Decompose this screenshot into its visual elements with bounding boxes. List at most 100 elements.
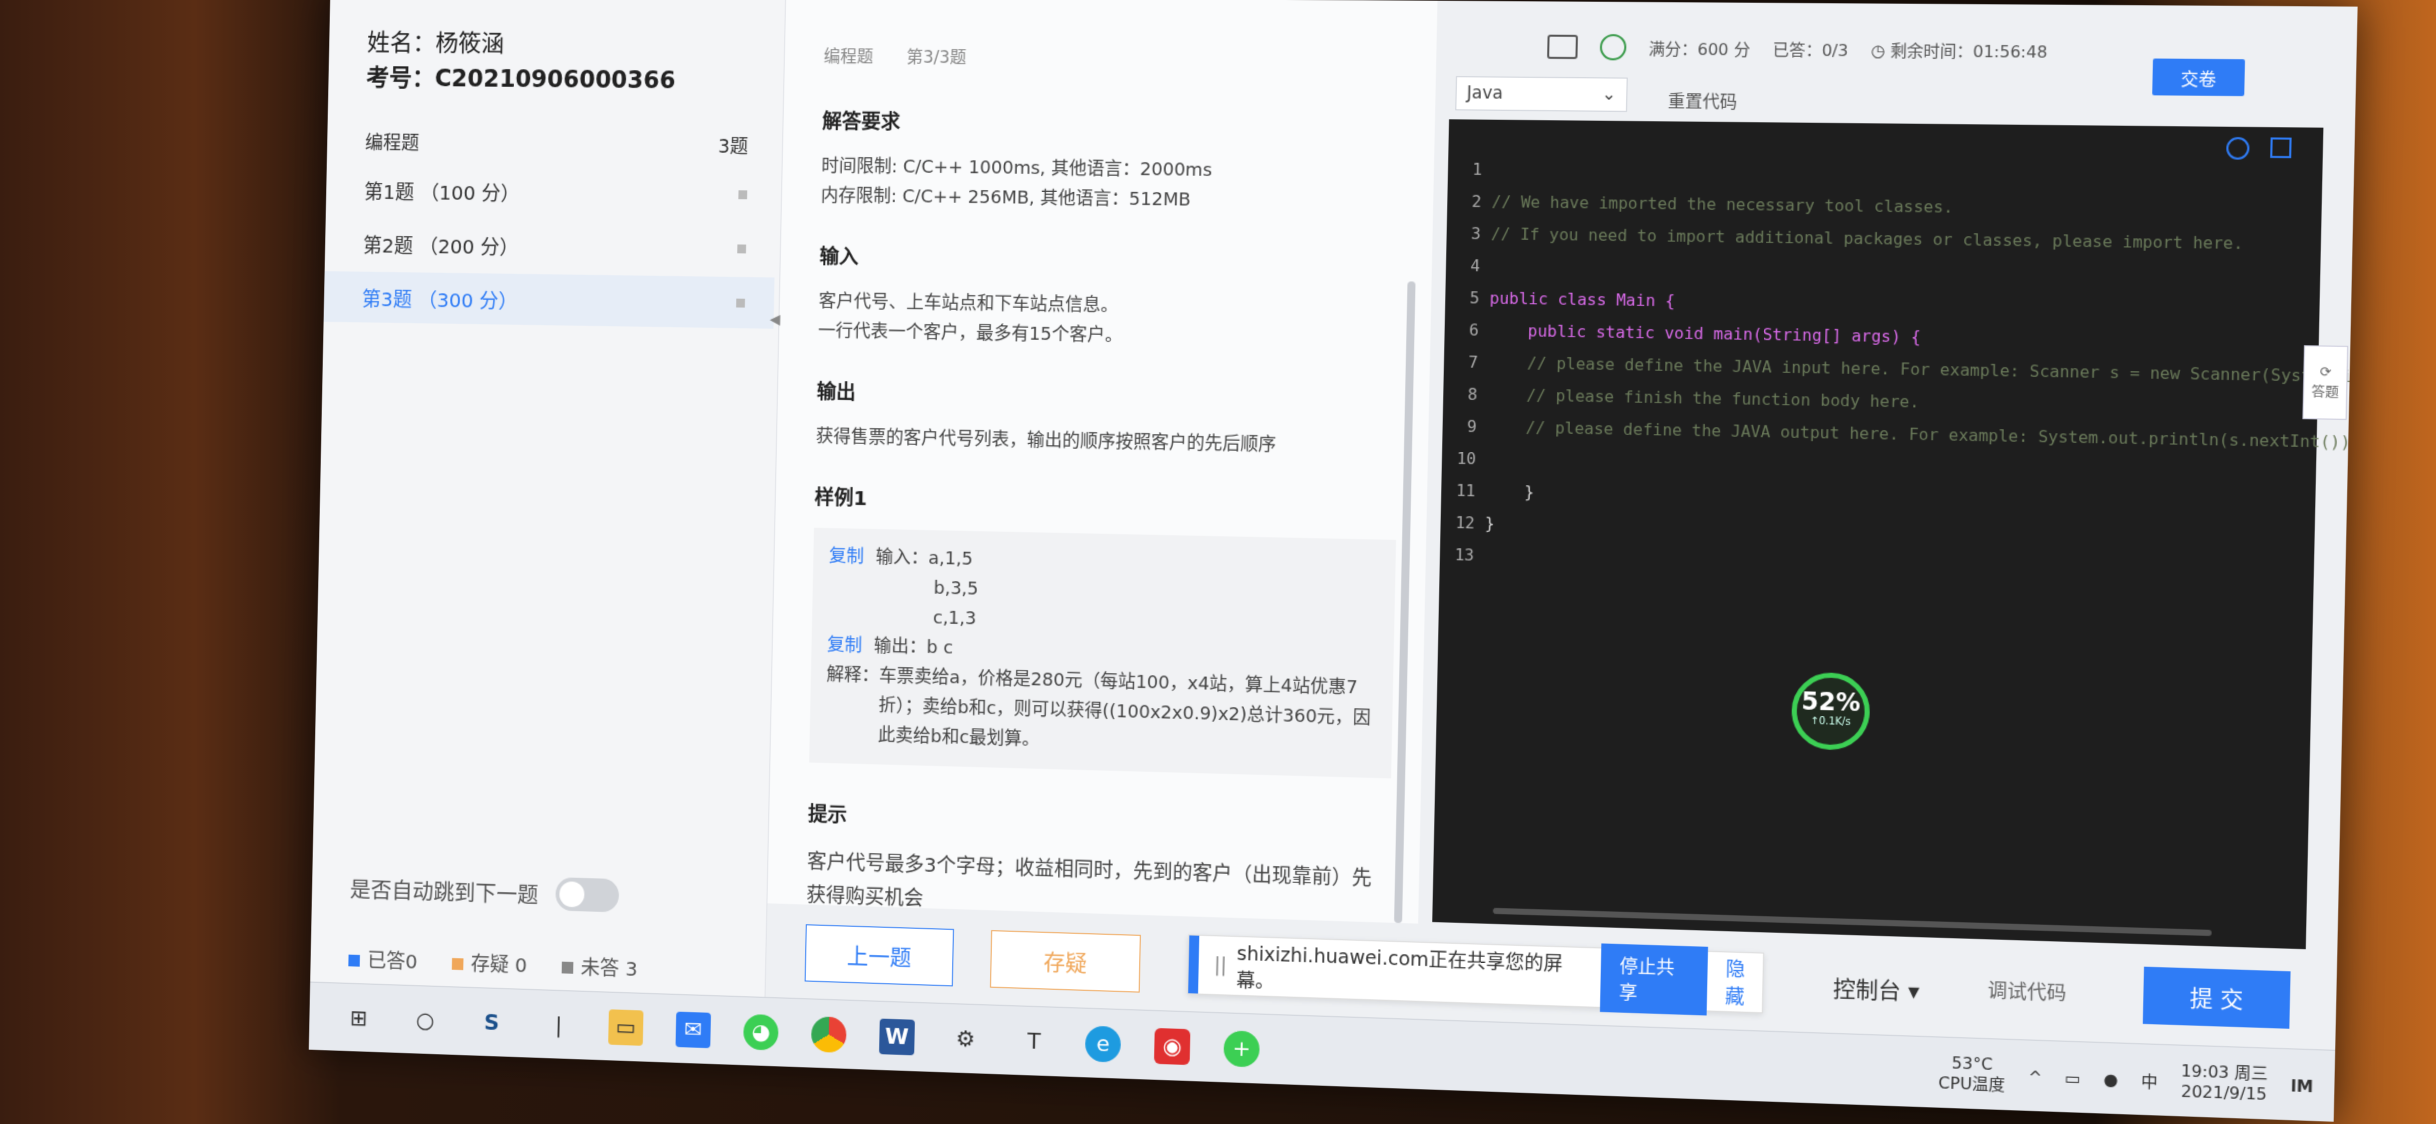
windows-start-icon[interactable]: ⊞ — [341, 1000, 376, 1036]
code-line[interactable]: // please define the JAVA output here. F… — [1487, 417, 2358, 452]
question-item-label: 第3题 （300 分） — [361, 286, 518, 313]
breadcrumb-type: 编程题 — [823, 47, 874, 68]
submit-button[interactable]: 提 交 — [2142, 966, 2291, 1029]
meter-speed: ↑0.1K/s — [1810, 715, 1851, 729]
bulb-icon[interactable] — [1599, 34, 1627, 61]
pause-icon: || — [1213, 954, 1228, 977]
copy-input-button[interactable]: 复制 — [829, 546, 864, 567]
question-item-3[interactable]: 第3题 （300 分） — [323, 271, 775, 329]
share-bar-grip[interactable] — [1188, 935, 1199, 994]
cpu-temp-label: CPU温度 — [1938, 1073, 2006, 1095]
answer-legend: 已答0 存疑 0 未答 3 — [348, 944, 638, 982]
question-item-label: 第1题 （100 分） — [363, 179, 521, 205]
sample-output-value: b c — [926, 637, 954, 659]
question-sidebar: 姓名：杨筱涵 考号：C20210906000366 编程题 3题 第1题 （10… — [310, 0, 787, 997]
stop-share-button[interactable]: 停止共享 — [1600, 943, 1708, 1016]
app-s-icon[interactable]: S — [474, 1005, 509, 1041]
language-select[interactable]: Java ⌄ — [1455, 76, 1628, 112]
screen-share-bar: || shixizhi.huawei.com正在共享您的屏幕。 停止共享 隐藏 — [1187, 934, 1765, 1016]
battery-icon[interactable]: ▭ — [2065, 1068, 2081, 1088]
sample-input-label: 输入： — [875, 546, 929, 569]
search-circle-icon[interactable]: ○ — [408, 1002, 443, 1038]
output-desc: 获得售票的客户代号列表，输出的顺序按照客户的先后顺序 — [815, 426, 1277, 456]
line-number: 9 — [1466, 416, 1478, 437]
prev-question-button[interactable]: 上一题 — [804, 924, 954, 987]
console-toggle[interactable]: 控制台 ▾ — [1833, 971, 1920, 1006]
question-item-2[interactable]: 第2题 （200 分） — [325, 218, 776, 275]
side-tab-label: 答题 — [2311, 384, 2339, 401]
divider-icon: | — [554, 1012, 563, 1038]
mark-doubt-button[interactable]: 存疑 — [989, 930, 1141, 993]
legend-label: 已答0 — [367, 948, 418, 974]
question-item-label: 第2题 （200 分） — [362, 233, 519, 259]
input-heading: 输入 — [819, 244, 859, 269]
line-number: 3 — [1470, 223, 1482, 244]
answer-side-tab[interactable]: ⟳ 答题 — [2302, 345, 2349, 420]
refresh-icon: ⟳ — [2319, 364, 2332, 381]
category-label: 编程题 — [364, 132, 420, 155]
sample-input-line: a,1,5 — [928, 547, 973, 570]
settings-icon[interactable] — [2226, 136, 2250, 160]
status-square-icon — [737, 243, 747, 253]
ime-indicator[interactable]: 中 — [2141, 1068, 2158, 1093]
wechat-tray-icon[interactable]: ● — [2103, 1069, 2118, 1089]
legend-doubt: 存疑 0 — [451, 947, 527, 978]
code-line[interactable]: public static void main(String[] args) { — [1489, 321, 1921, 346]
exam-window: 姓名：杨筱涵 考号：C20210906000366 编程题 3题 第1题 （10… — [308, 0, 2358, 1122]
debug-code-button[interactable]: 调试代码 — [1987, 976, 2066, 1006]
system-tray: 53°C CPU温度 ^ ▭ ● 中 19:03 周三 2021/9/15 lM — [1938, 1038, 2314, 1122]
breadcrumb: 编程题 第3/3题 — [823, 42, 966, 68]
netease-music-icon[interactable]: ◉ — [1153, 1027, 1191, 1066]
clock-date: 2021/9/15 — [2180, 1081, 2268, 1104]
code-line[interactable]: // We have imported the necessary tool c… — [1491, 192, 1953, 217]
cpu-temp-value: 53°C — [1951, 1053, 1993, 1074]
square-icon — [561, 961, 574, 974]
hide-share-button[interactable]: 隐藏 — [1725, 954, 1763, 1010]
problem-body: 解答要求 时间限制: C/C++ 1000ms, 其他语言：2000ms 内存限… — [806, 105, 1405, 929]
add-app-icon[interactable]: + — [1223, 1030, 1260, 1068]
legend-label: 未答 3 — [580, 955, 638, 981]
clock[interactable]: 19:03 周三 2021/9/15 — [2180, 1061, 2269, 1105]
chevron-up-icon[interactable]: ^ — [2028, 1067, 2042, 1087]
mail-icon[interactable]: ✉ — [675, 1011, 711, 1049]
code-line[interactable]: } — [1485, 481, 1534, 501]
sample-box: 复制 输入：a,1,5 b,3,5 c,1,3 复制 输出：b c 解释： 车票卖给a… — [809, 527, 1397, 779]
code-line[interactable]: // please define the JAVA input here. Fo… — [1488, 353, 2358, 386]
auto-next-label: 是否自动跳到下一题 — [349, 877, 539, 908]
settings-gear-icon[interactable]: ⚙ — [947, 1021, 983, 1058]
line-number: 6 — [1468, 320, 1480, 340]
explain-text: 车票卖给a，价格是280元（每站100，x4站，算上4站优惠7折）；卖给b和c，… — [877, 665, 1372, 750]
category-count: 3题 — [717, 135, 749, 158]
question-item-1[interactable]: 第1题 （100 分） — [326, 164, 777, 220]
folder-icon[interactable]: ▭ — [608, 1009, 644, 1046]
remaining-time-value: 剩余时间：01:56:48 — [1890, 41, 2048, 62]
copy-output-button[interactable]: 复制 — [827, 635, 862, 657]
question-category: 编程题 3题 — [365, 128, 749, 158]
code-editor[interactable]: 1 2// We have imported the necessary tool… — [1432, 119, 2358, 950]
chrome-icon[interactable] — [810, 1016, 847, 1053]
line-number: 4 — [1470, 256, 1481, 276]
code-lines: 1 2// We have imported the necessary tool… — [1449, 119, 2358, 565]
edge-icon[interactable]: e — [1084, 1025, 1122, 1063]
auto-next-toggle[interactable] — [555, 877, 620, 913]
notification-icon[interactable]: lM — [2291, 1076, 2314, 1096]
code-line[interactable]: // If you need to import additional pack… — [1491, 224, 2244, 253]
fullscreen-icon[interactable] — [2270, 137, 2292, 159]
square-icon — [348, 954, 360, 967]
word-icon[interactable]: W — [879, 1018, 915, 1056]
sample-output-label: 输出： — [873, 635, 927, 658]
hand-in-button[interactable]: 交卷 — [2152, 58, 2246, 97]
text-app-icon[interactable]: T — [1016, 1023, 1052, 1060]
answered-count: 已答：0/3 — [1772, 40, 1849, 61]
wechat-icon[interactable]: ◕ — [743, 1013, 779, 1051]
memory-limit: 内存限制: C/C++ 256MB, 其他语言：512MB — [820, 185, 1191, 211]
code-line[interactable]: public class Main { — [1489, 289, 1675, 311]
full-score: 满分：600 分 — [1648, 39, 1751, 60]
code-line[interactable]: } — [1485, 514, 1495, 533]
status-square-icon — [738, 189, 748, 199]
code-line[interactable]: // please finish the function body here. — [1487, 385, 1919, 412]
exam-stats: 满分：600 分 已答：0/3 ◷ 剩余时间：01:56:48 — [1547, 34, 2048, 64]
collapse-arrow-icon[interactable]: ◀ — [770, 312, 781, 328]
reset-code-button[interactable]: 重置代码 — [1668, 87, 1738, 113]
message-icon[interactable] — [1547, 34, 1578, 60]
